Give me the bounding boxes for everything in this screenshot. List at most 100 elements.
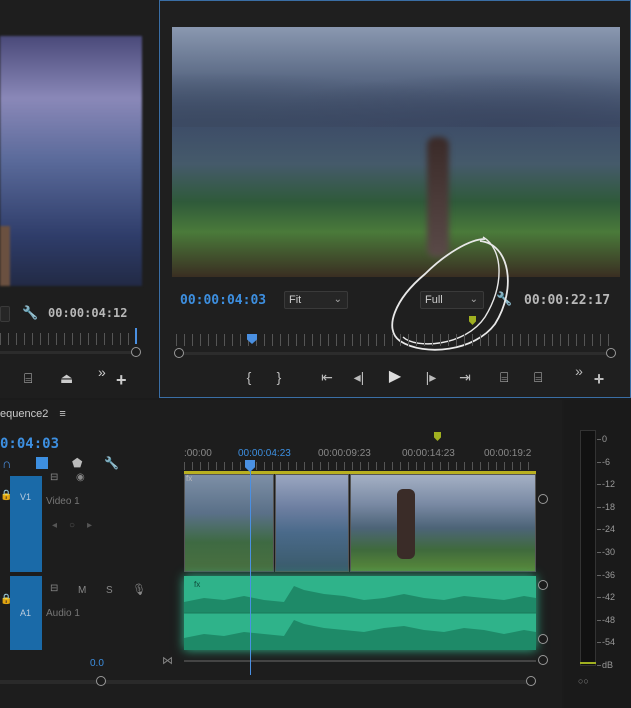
program-mountains bbox=[172, 57, 620, 127]
meter-scale-tick bbox=[597, 642, 601, 644]
meter-scale-label: -12 bbox=[602, 479, 616, 490]
sync-lock-icon-a1[interactable]: ⊟ bbox=[50, 583, 58, 594]
timeline-panel: equence2 ≡ 0:04:03 ∩ ⬟ 🔧 :00:00 00:00:04… bbox=[0, 400, 562, 708]
source-overwrite-icon[interactable]: ⏏ bbox=[60, 370, 73, 387]
lift-icon[interactable]: ⌸ bbox=[500, 369, 508, 386]
clip-figure bbox=[397, 489, 415, 559]
audio-clip[interactable]: fx bbox=[184, 576, 536, 650]
program-zoom-label: Fit bbox=[289, 294, 302, 306]
source-figure bbox=[0, 226, 10, 286]
mute-button[interactable]: M bbox=[78, 585, 86, 596]
step-back-button[interactable]: ◂| bbox=[348, 367, 370, 387]
video-clip-1[interactable] bbox=[184, 474, 274, 572]
program-zoom-dropdown[interactable]: Fit ⌄ bbox=[284, 291, 348, 309]
master-track-icon[interactable]: ⋈ bbox=[162, 654, 173, 667]
mark-in-button[interactable]: { bbox=[238, 367, 260, 387]
linked-selection-icon[interactable] bbox=[36, 457, 48, 469]
audio-clip-fx-badge: fx bbox=[194, 580, 201, 589]
mark-out-button[interactable]: } bbox=[268, 367, 290, 387]
meter-scale-label: -30 bbox=[602, 547, 616, 557]
audio-track-handle-bottom[interactable] bbox=[538, 634, 548, 644]
program-scrub-track[interactable] bbox=[176, 352, 616, 355]
meter-scale-label: -18 bbox=[602, 501, 616, 512]
scrollbar-handle-left[interactable] bbox=[96, 676, 106, 686]
sequence-tab[interactable]: equence2 ≡ bbox=[0, 408, 66, 420]
source-playhead-marker[interactable] bbox=[135, 328, 137, 344]
source-video-frame bbox=[0, 36, 142, 286]
snap-icon[interactable]: ∩ bbox=[2, 456, 11, 471]
source-zoom-handle-right[interactable] bbox=[131, 347, 141, 357]
source-time-ruler[interactable] bbox=[0, 333, 135, 345]
meter-scale-label: -24 bbox=[602, 524, 616, 535]
meter-scale-label: -6 bbox=[602, 456, 611, 467]
source-monitor-panel: 🔧 00:00:04:12 ⌸ ⏏ » + bbox=[0, 0, 158, 398]
timeline-wrench-icon[interactable]: 🔧 bbox=[104, 456, 119, 470]
audio-track-handle-top[interactable] bbox=[538, 580, 548, 590]
master-track-bar bbox=[184, 660, 536, 662]
source-zoom-dropdown[interactable] bbox=[0, 306, 10, 322]
meter-scale-tick bbox=[597, 529, 601, 531]
add-marker-icon[interactable]: ⬟ bbox=[72, 456, 82, 470]
meter-scale-label: -48 bbox=[602, 614, 616, 625]
program-time-ruler[interactable] bbox=[176, 334, 616, 346]
audio-meter-panel: 0 -6 -12 -18 -24 -30 -36 -42 -48 -54 dB ○○ bbox=[564, 400, 631, 708]
master-volume-value[interactable]: 0.0 bbox=[90, 658, 104, 669]
timeline-scrollbar[interactable] bbox=[0, 680, 530, 684]
program-zoom-handle-right[interactable] bbox=[606, 348, 616, 358]
tab-menu-icon[interactable]: ≡ bbox=[59, 408, 65, 420]
source-insert-icon[interactable]: ⌸ bbox=[24, 370, 32, 387]
sync-lock-icon-v1[interactable]: ⊟ bbox=[50, 472, 58, 483]
video-track-end-handle[interactable] bbox=[538, 494, 548, 504]
master-track-handle[interactable] bbox=[538, 655, 548, 665]
meter-scale-label: -36 bbox=[602, 569, 616, 580]
video-clip-2[interactable] bbox=[275, 474, 349, 572]
solo-button[interactable]: S bbox=[106, 585, 113, 596]
meter-scale-tick bbox=[597, 574, 601, 576]
ruler-label-2: 00:00:09:23 bbox=[318, 448, 371, 459]
timeline-timecode[interactable]: 0:04:03 bbox=[0, 436, 59, 452]
extract-icon[interactable]: ⌸ bbox=[534, 369, 542, 386]
ruler-label-4: 00:00:19:2 bbox=[484, 448, 532, 459]
program-zoom-handle-left[interactable] bbox=[174, 348, 184, 358]
program-timecode: 00:00:04:03 bbox=[180, 293, 267, 308]
eye-icon-v1[interactable]: ◉ bbox=[76, 472, 85, 483]
track-target-v1[interactable] bbox=[10, 476, 42, 572]
timeline-ruler[interactable] bbox=[184, 462, 536, 470]
source-scrub-track[interactable] bbox=[0, 351, 133, 354]
meter-scale-tick bbox=[597, 597, 601, 599]
clip-fx-badge: fx bbox=[186, 474, 193, 483]
ruler-label-0: :00:00 bbox=[184, 448, 212, 459]
timeline-playhead-line[interactable] bbox=[250, 470, 251, 675]
solo-left-icon[interactable]: ○○ bbox=[578, 676, 589, 686]
source-add-button-icon[interactable]: + bbox=[116, 370, 127, 391]
microphone-icon[interactable]: 🎙 bbox=[132, 583, 146, 596]
source-timecode: 00:00:04:12 bbox=[48, 306, 128, 320]
go-to-out-button[interactable]: ⇥ bbox=[454, 367, 476, 387]
track-id-v1: V1 bbox=[20, 492, 32, 502]
meter-level-indicator bbox=[580, 662, 596, 664]
video-clip-3[interactable] bbox=[350, 474, 536, 572]
audio-waveform bbox=[184, 586, 536, 650]
add-button[interactable]: + bbox=[588, 369, 610, 389]
source-more-icon[interactable]: » bbox=[98, 364, 106, 380]
more-controls-button[interactable]: » bbox=[568, 361, 590, 381]
meter-scale-label: -54 bbox=[602, 637, 616, 648]
ruler-label-3: 00:00:14:23 bbox=[402, 448, 455, 459]
keyframe-nav-v1[interactable]: ◂○▸ bbox=[52, 520, 104, 531]
meter-scale-tick bbox=[597, 439, 601, 440]
sequence-tab-label: equence2 bbox=[0, 408, 49, 420]
meter-scale-tick bbox=[597, 619, 601, 621]
sequence-marker[interactable] bbox=[434, 432, 441, 441]
program-duration: 00:00:22:17 bbox=[524, 293, 611, 308]
meter-scale-label: 0 bbox=[602, 434, 608, 444]
meter-scale-tick bbox=[597, 484, 601, 486]
scrollbar-handle-right[interactable] bbox=[526, 676, 536, 686]
meter-scale-tick bbox=[597, 506, 601, 508]
play-button[interactable]: ▶ bbox=[384, 367, 406, 387]
track-name-v1: Video 1 bbox=[46, 496, 80, 507]
meter-track bbox=[580, 430, 596, 666]
source-wrench-icon[interactable]: 🔧 bbox=[22, 305, 38, 321]
go-to-in-button[interactable]: ⇤ bbox=[316, 367, 338, 387]
step-forward-button[interactable]: |▸ bbox=[420, 367, 442, 387]
track-id-a1: A1 bbox=[20, 608, 32, 618]
